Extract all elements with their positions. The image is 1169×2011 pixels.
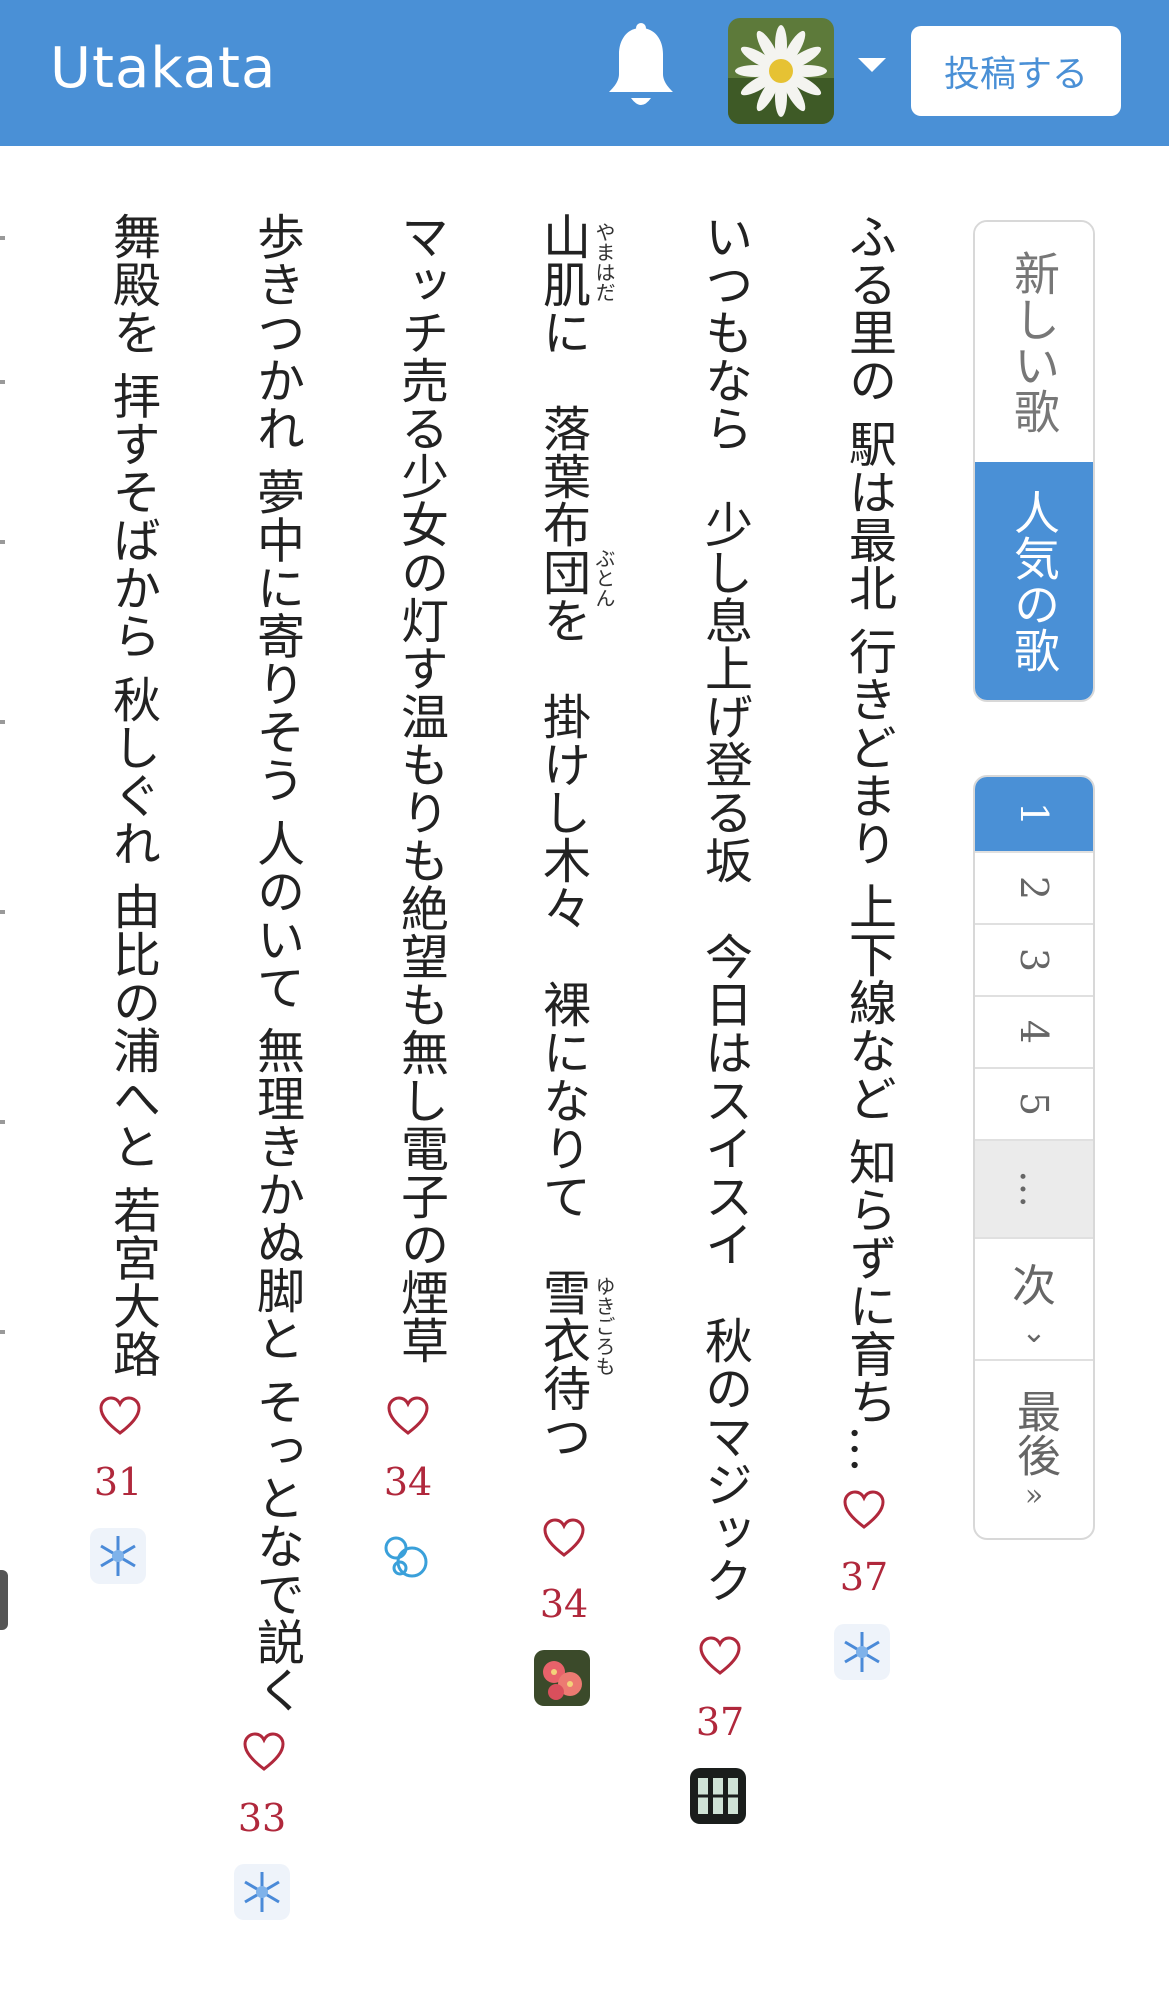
snowflake-avatar-icon[interactable]	[90, 1528, 146, 1584]
user-avatar[interactable]	[728, 18, 834, 124]
last-page-button[interactable]: 最後 »	[975, 1361, 1093, 1538]
poem-text: いつもなら 少し息上げ登る坂 今日はスイスイ 秋のマジック	[696, 212, 752, 1604]
poem-item[interactable]: ふる里の 駅は最北 行きどまり 上下線など 知らずに育ち…	[838, 212, 898, 1473]
clipped-text-mark	[0, 380, 5, 384]
like-count: 34	[383, 1460, 433, 1504]
tab-popular-poems[interactable]: 人気の歌	[975, 462, 1093, 700]
ruby-annotation: ゆきごろも	[592, 1276, 616, 1376]
clipped-text-mark	[0, 540, 5, 544]
page-4-button[interactable]: 4	[975, 997, 1093, 1069]
like-count: 33	[237, 1796, 287, 1840]
clipped-text-mark	[0, 236, 5, 240]
clipped-text-mark	[0, 910, 5, 914]
bell-icon[interactable]	[603, 22, 679, 112]
brand-logo[interactable]: Utakata	[50, 36, 276, 101]
pagination: 1 2 3 4 5 … 次 ⌄ 最後 »	[973, 775, 1095, 1540]
poem-text: ふる里の 駅は最北 行きどまり 上下線など 知らずに育ち…	[840, 212, 896, 1474]
page-1-button[interactable]: 1	[975, 777, 1093, 853]
clipped-avatar[interactable]	[0, 1570, 8, 1630]
chevron-down-icon: ⌄	[1021, 1315, 1047, 1350]
clipped-text-mark	[0, 720, 5, 724]
chevron-down-icon[interactable]	[858, 58, 886, 72]
daisy-avatar-icon	[728, 18, 834, 124]
clipped-text-mark	[0, 1330, 5, 1334]
flower-avatar-icon[interactable]	[534, 1650, 590, 1706]
clipped-text-mark	[0, 1120, 5, 1124]
double-chevron-down-icon: »	[1024, 1477, 1044, 1513]
page-2-button[interactable]: 2	[975, 853, 1093, 925]
poem-item[interactable]: 歩きつかれ 夢中に寄りそう 人のいて 無理きかぬ脚と そっとなで説く	[246, 212, 306, 1713]
poem-item[interactable]: 山肌に 落葉布団を 掛けし木々 裸になりて 雪衣待つ	[532, 212, 592, 1460]
poem-item[interactable]: いつもなら 少し息上げ登る坂 今日はスイスイ 秋のマジック	[694, 212, 754, 1604]
heart-icon[interactable]	[98, 1396, 142, 1436]
page-3-button[interactable]: 3	[975, 925, 1093, 997]
ruby-annotation: やまはだ	[592, 222, 616, 302]
sort-tabs: 新しい歌 人気の歌	[973, 220, 1095, 702]
post-button[interactable]: 投稿する	[911, 26, 1121, 116]
page-ellipsis: …	[975, 1141, 1093, 1239]
like-count: 31	[93, 1460, 143, 1504]
app-header: Utakata 投稿する	[0, 0, 1169, 146]
poem-item[interactable]: 舞殿を 拝すそばから 秋しぐれ 由比の浦へと 若宮大路	[102, 212, 162, 1377]
window-avatar-icon[interactable]	[690, 1768, 746, 1824]
heart-icon[interactable]	[242, 1732, 286, 1772]
next-page-button[interactable]: 次 ⌄	[975, 1239, 1093, 1361]
poem-text: 山肌に 落葉布団を 掛けし木々 裸になりて 雪衣待つ	[534, 212, 590, 1460]
poem-text: 歩きつかれ 夢中に寄りそう 人のいて 無理きかぬ脚と そっとなで説く	[248, 212, 304, 1714]
snowflake-avatar-icon[interactable]	[834, 1624, 890, 1680]
page-5-button[interactable]: 5	[975, 1069, 1093, 1141]
poem-text: 舞殿を 拝すそばから 秋しぐれ 由比の浦へと 若宮大路	[104, 212, 160, 1378]
like-count: 37	[695, 1700, 745, 1744]
ruby-annotation: ぶとん	[592, 548, 616, 608]
like-count: 34	[539, 1582, 589, 1626]
bubbles-avatar-icon[interactable]	[378, 1528, 434, 1584]
heart-icon[interactable]	[542, 1518, 586, 1558]
heart-icon[interactable]	[386, 1396, 430, 1436]
like-count: 37	[839, 1555, 889, 1599]
snowflake-avatar-icon[interactable]	[234, 1864, 290, 1920]
tab-new-poems[interactable]: 新しい歌	[975, 222, 1093, 462]
heart-icon[interactable]	[842, 1490, 886, 1530]
poem-item[interactable]: マッチ売る少女の灯す温もりも絶望も無し電子の煙草	[390, 212, 450, 1364]
heart-icon[interactable]	[698, 1636, 742, 1676]
poem-text: マッチ売る少女の灯す温もりも絶望も無し電子の煙草	[392, 212, 448, 1364]
